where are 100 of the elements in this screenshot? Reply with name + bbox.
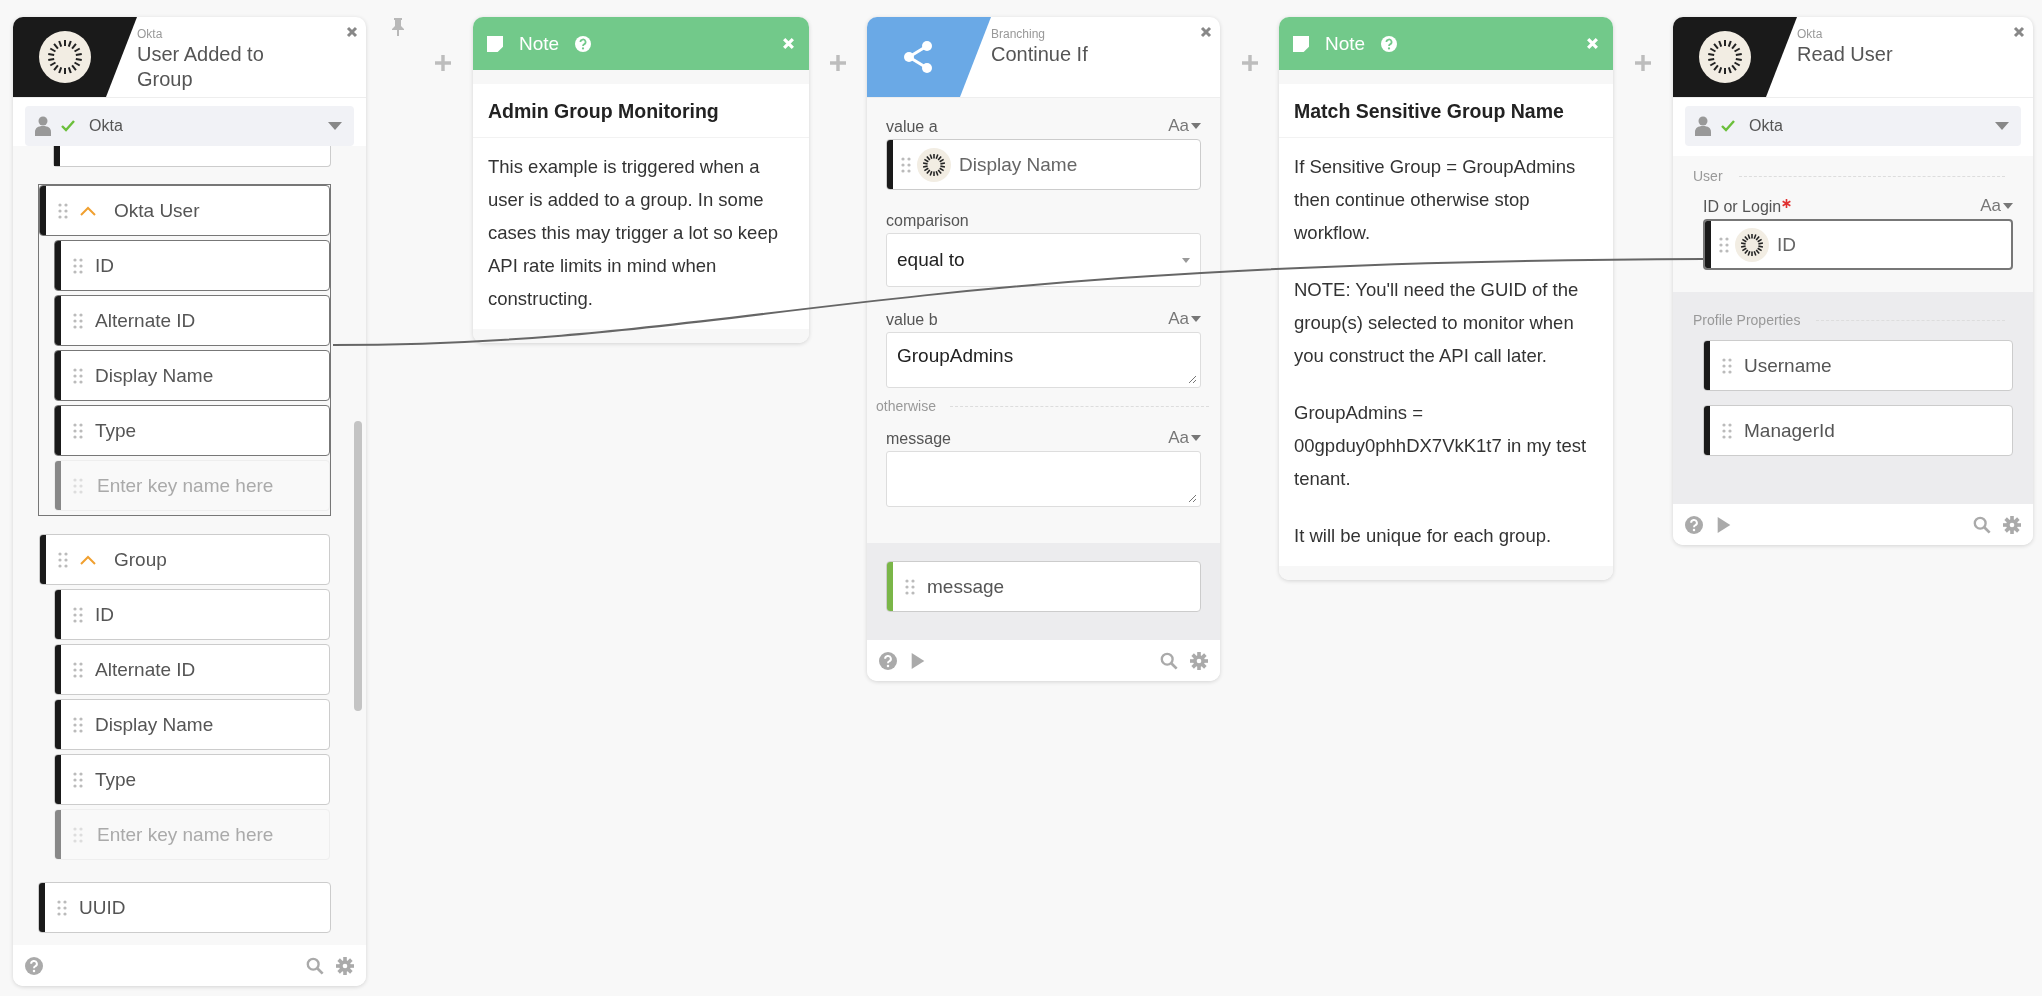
help-icon[interactable] xyxy=(879,651,897,670)
search-icon[interactable] xyxy=(306,956,324,975)
drag-handle-icon[interactable] xyxy=(58,202,68,219)
drag-handle-icon[interactable] xyxy=(73,661,83,678)
type-toggle[interactable]: Aa xyxy=(1168,116,1201,136)
help-icon[interactable] xyxy=(1381,35,1398,52)
play-icon[interactable] xyxy=(909,651,927,670)
close-icon[interactable] xyxy=(1200,26,1212,38)
note-title: Note xyxy=(519,32,560,55)
field-row[interactable]: Alternate ID xyxy=(54,644,330,695)
field-row[interactable]: Display Name xyxy=(54,350,330,401)
key-name-field[interactable]: Enter key name here xyxy=(54,809,330,860)
person-icon xyxy=(35,116,51,136)
field-row[interactable]: Group xyxy=(39,534,330,585)
field-row[interactable]: ManagerId xyxy=(1703,405,2013,456)
close-icon[interactable] xyxy=(2013,26,2025,38)
field-row[interactable]: Alternate ID xyxy=(54,295,330,346)
key-name-field[interactable]: Enter key name here xyxy=(54,460,330,511)
person-icon xyxy=(1695,116,1711,136)
field-row[interactable]: UUID xyxy=(38,882,331,933)
app-name: Okta xyxy=(1797,27,1823,41)
drag-handle-icon[interactable] xyxy=(73,716,83,733)
search-icon[interactable] xyxy=(1973,515,1991,534)
field-row[interactable]: ID xyxy=(54,240,330,291)
resize-grip-icon[interactable] xyxy=(1187,493,1197,503)
note-icon xyxy=(487,35,503,52)
note-paragraph: If Sensitive Group = GroupAdmins then continue otherwise stop workflow. xyxy=(1294,155,1577,245)
connection-dropdown[interactable]: Okta xyxy=(1685,106,2021,146)
drag-handle-icon[interactable] xyxy=(905,578,915,595)
drag-handle-icon[interactable] xyxy=(73,477,83,494)
field-row[interactable]: Okta User xyxy=(39,185,330,236)
add-icon[interactable] xyxy=(435,55,451,71)
caret-icon xyxy=(1191,435,1201,441)
drag-handle-icon[interactable] xyxy=(73,826,83,843)
settings-icon[interactable] xyxy=(2003,515,2021,534)
connection-dropdown[interactable]: Okta xyxy=(25,106,354,146)
add-icon[interactable] xyxy=(830,55,846,71)
drag-handle-icon[interactable] xyxy=(73,367,83,384)
note-paragraph: It will be unique for each group. xyxy=(1294,524,1553,548)
chevron-icon[interactable] xyxy=(80,554,96,565)
field-row[interactable]: Username xyxy=(1703,340,2013,391)
add-icon[interactable] xyxy=(1241,55,1258,71)
field-row[interactable]: message xyxy=(886,561,1201,612)
category-name: Branching xyxy=(991,27,1046,41)
drag-handle-icon[interactable] xyxy=(73,257,83,274)
field-label: value a xyxy=(886,118,938,136)
close-icon[interactable] xyxy=(346,26,358,38)
text-area[interactable]: GroupAdmins xyxy=(886,332,1201,388)
drag-handle-icon[interactable] xyxy=(1722,422,1732,439)
resize-grip-icon[interactable] xyxy=(1187,374,1197,384)
mapped-field[interactable]: ID xyxy=(1703,219,2013,270)
help-icon[interactable] xyxy=(1685,515,1703,534)
card-title: Continue If xyxy=(991,42,1088,67)
field-row[interactable]: ID xyxy=(54,589,330,640)
field-row[interactable]: Type xyxy=(54,754,330,805)
note-paragraph: This example is triggered when a user is added to a group. In some cases this may trigger a lot so keep API rate limits in mind when constructing. xyxy=(488,155,779,311)
drag-handle-icon[interactable] xyxy=(901,156,911,173)
caret-icon xyxy=(1191,316,1201,322)
type-toggle[interactable]: Aa xyxy=(1980,196,2013,216)
field-label: comparison xyxy=(886,212,969,230)
help-icon[interactable] xyxy=(575,35,592,52)
sunburst-logo-icon xyxy=(39,31,91,83)
section-title: otherwise xyxy=(876,398,936,414)
caret-icon xyxy=(1995,122,2009,130)
drag-handle-icon[interactable] xyxy=(58,551,68,568)
key-name-input[interactable]: Enter key name here xyxy=(95,822,319,847)
scrollbar[interactable] xyxy=(354,421,362,711)
note-paragraph: GroupAdmins = 00gpduy0phhDX7VkK1t7 in my test tenant. xyxy=(1294,401,1588,491)
drag-handle-icon[interactable] xyxy=(1719,236,1729,253)
field-row[interactable] xyxy=(53,146,331,167)
help-icon[interactable] xyxy=(25,956,43,975)
note-heading: Match Sensitive Group Name xyxy=(1279,84,1613,138)
chevron-icon[interactable] xyxy=(80,205,96,216)
play-icon[interactable] xyxy=(1715,515,1733,534)
section-title: User xyxy=(1693,168,1723,184)
type-toggle[interactable]: Aa xyxy=(1168,428,1201,448)
field-label: ID or Login xyxy=(1703,198,1782,216)
drag-handle-icon[interactable] xyxy=(73,606,83,623)
pin-icon[interactable] xyxy=(391,17,405,37)
settings-icon[interactable] xyxy=(1190,651,1208,670)
drag-handle-icon[interactable] xyxy=(1722,357,1732,374)
settings-icon[interactable] xyxy=(336,956,354,975)
comparison-select[interactable]: equal to xyxy=(886,233,1201,287)
key-name-input[interactable]: Enter key name here xyxy=(95,473,319,498)
add-icon[interactable] xyxy=(1635,55,1651,71)
search-icon[interactable] xyxy=(1160,651,1178,670)
sunburst-logo-icon xyxy=(1735,227,1769,262)
mapped-field[interactable]: Display Name xyxy=(886,139,1201,190)
drag-handle-icon[interactable] xyxy=(57,899,67,916)
drag-handle-icon[interactable] xyxy=(73,771,83,788)
drag-handle-icon[interactable] xyxy=(73,422,83,439)
note-icon xyxy=(1293,35,1309,52)
caret-icon xyxy=(2003,203,2013,209)
caret-icon xyxy=(1182,257,1190,263)
type-toggle[interactable]: Aa xyxy=(1168,309,1201,329)
field-row[interactable]: Display Name xyxy=(54,699,330,750)
section-title: Profile Properties xyxy=(1693,312,1801,328)
drag-handle-icon[interactable] xyxy=(73,312,83,329)
field-row[interactable]: Type xyxy=(54,405,330,456)
note-title: Note xyxy=(1325,32,1366,55)
